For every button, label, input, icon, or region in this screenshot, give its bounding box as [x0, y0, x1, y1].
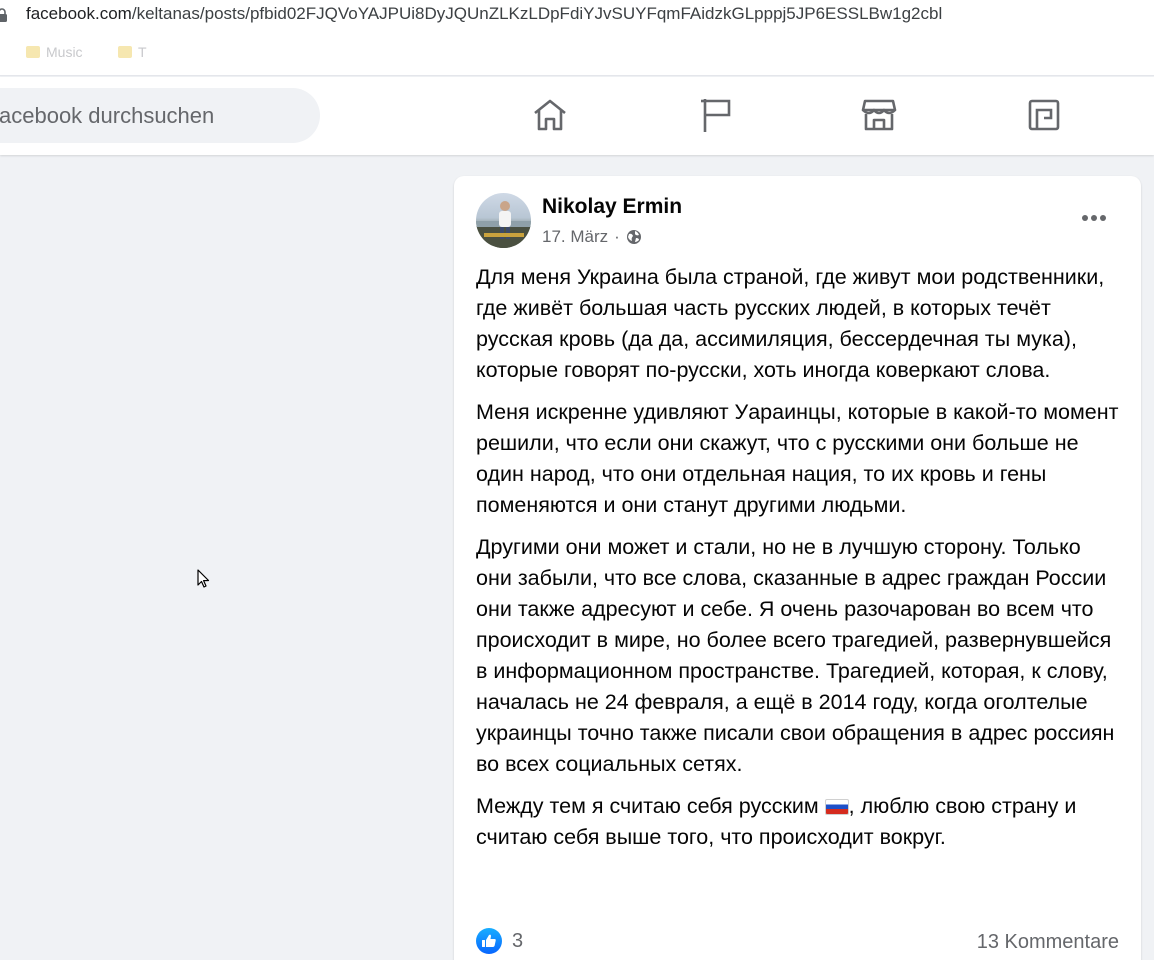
- globe-icon: [626, 230, 641, 244]
- search-box[interactable]: [0, 88, 320, 143]
- dot: [1091, 215, 1097, 221]
- bookmark-label: T: [138, 44, 147, 60]
- comments-count[interactable]: 13 Kommentare: [977, 931, 1119, 954]
- post-date[interactable]: 17. März: [542, 227, 608, 247]
- folder-icon: [118, 46, 132, 58]
- reactions-summary[interactable]: 3: [476, 928, 523, 954]
- marketplace-icon[interactable]: [859, 95, 899, 135]
- like-count: 3: [512, 929, 524, 952]
- post-paragraph: Для меня Украина была страной, где живут…: [476, 265, 1105, 382]
- folder-icon: [26, 46, 40, 58]
- post-card: Nikolay Ermin 17. März · Для меня Украин…: [454, 176, 1141, 960]
- paragraph-text: Между тем я считаю себя русским: [476, 794, 825, 818]
- dot: [1082, 215, 1088, 221]
- mouse-cursor-icon: [197, 569, 210, 588]
- home-icon[interactable]: [530, 95, 570, 135]
- post-body: Для меня Украина была страной, где живут…: [476, 262, 1121, 864]
- bookmark-music[interactable]: Music: [26, 44, 83, 60]
- like-icon: [476, 928, 502, 954]
- facebook-top-nav: [0, 77, 1154, 155]
- gaming-icon[interactable]: [1024, 95, 1064, 135]
- bookmarks-bar: Music T: [0, 30, 1154, 76]
- post-paragraph: Другими они может и стали, но не в лучшу…: [476, 535, 1115, 776]
- url-path: /keltanas/posts/pfbid02FJQVoYAJPUi8DyJQU…: [131, 4, 943, 23]
- browser-address-bar[interactable]: facebook.com/keltanas/posts/pfbid02FJQVo…: [0, 0, 1154, 30]
- post-meta: 17. März ·: [542, 227, 642, 247]
- flag-icon[interactable]: [696, 95, 736, 135]
- url-domain: facebook.com: [26, 4, 132, 23]
- lock-icon: [0, 8, 7, 22]
- dot: [1100, 215, 1106, 221]
- post-paragraph: Меня искренне удивляют Уараинцы, которые…: [476, 400, 1119, 517]
- search-input[interactable]: [0, 102, 299, 129]
- post-author[interactable]: Nikolay Ermin: [542, 195, 682, 219]
- bookmark-t[interactable]: T: [118, 44, 147, 60]
- post-paragraph-last: Между тем я считаю себя русским , люблю …: [476, 791, 1121, 853]
- url-text[interactable]: facebook.com/keltanas/posts/pfbid02FJQVo…: [26, 4, 942, 24]
- more-options-button[interactable]: [1076, 200, 1112, 236]
- meta-separator: ·: [614, 227, 620, 246]
- bookmark-label: Music: [46, 44, 83, 60]
- avatar[interactable]: [476, 193, 531, 248]
- russian-flag-icon: [824, 799, 849, 815]
